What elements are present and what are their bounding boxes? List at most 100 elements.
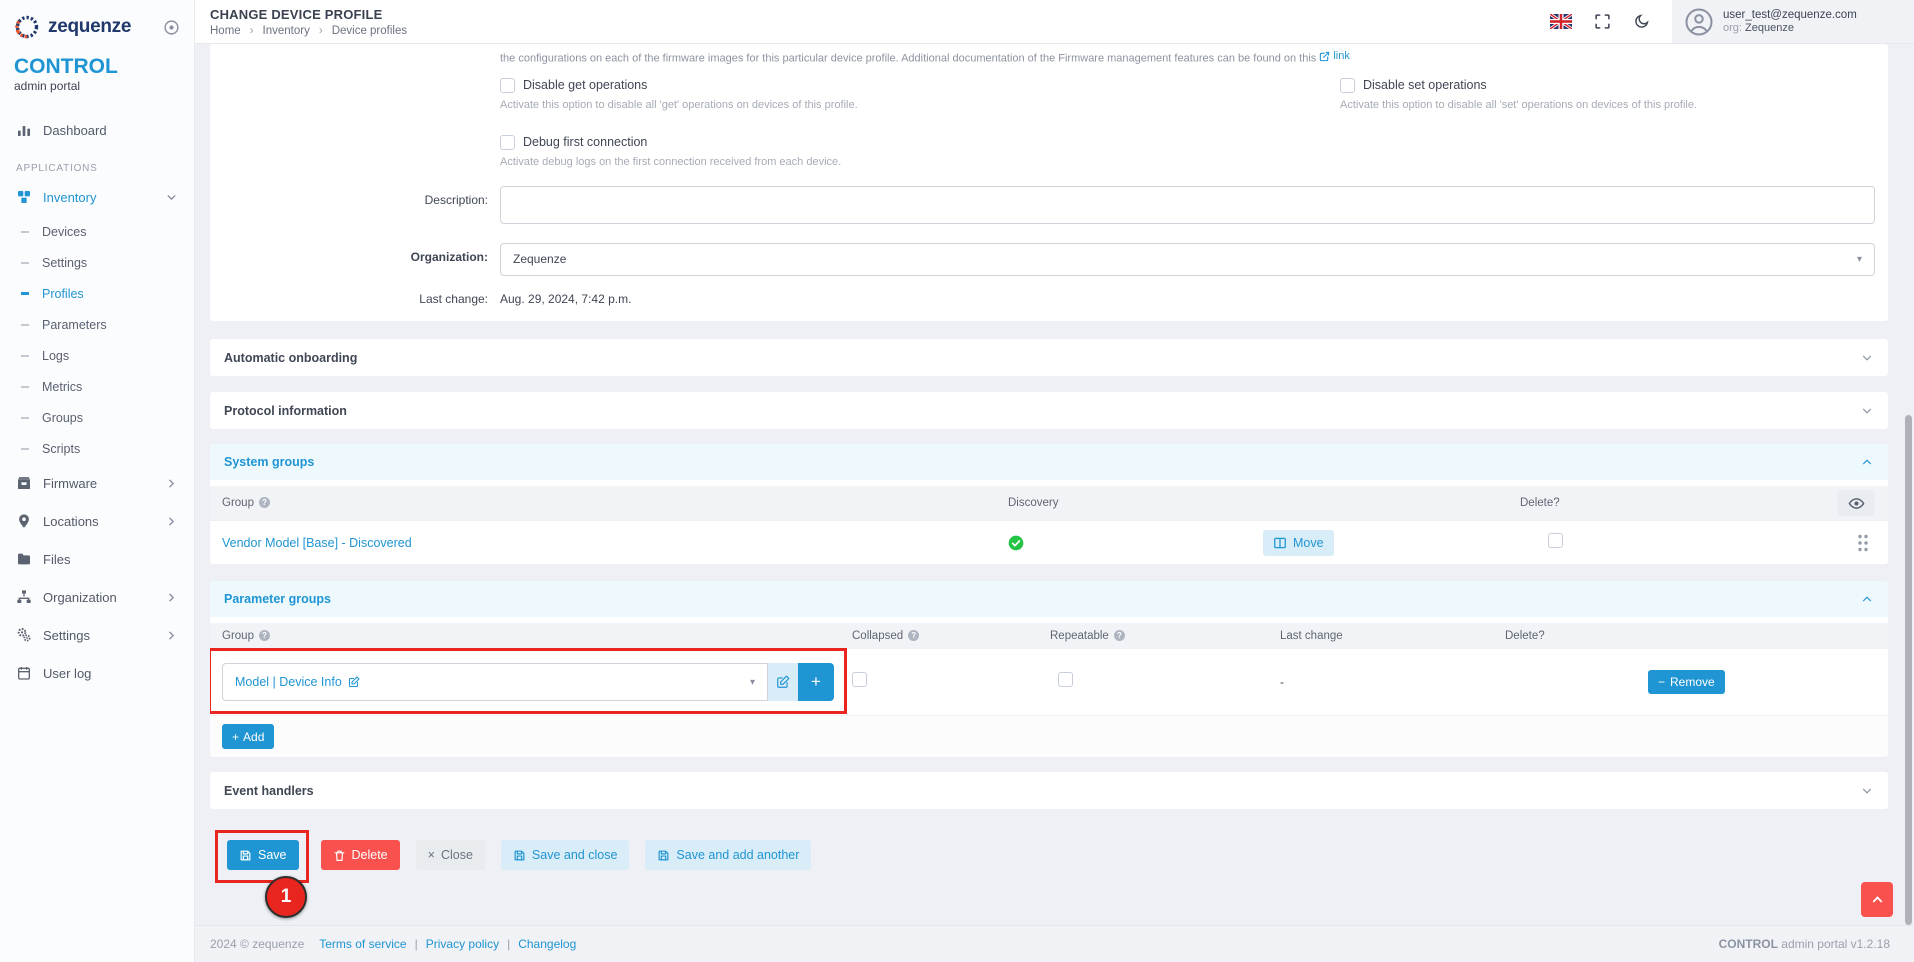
section-label: System groups — [224, 455, 314, 469]
chevron-up-icon — [1870, 892, 1885, 907]
column-header-delete: Delete? — [1505, 630, 1888, 642]
sidebar-item-user-log[interactable]: User log — [0, 654, 194, 692]
save-and-close-button[interactable]: Save and close — [501, 840, 629, 870]
section-event-handlers[interactable]: Event handlers — [210, 772, 1888, 809]
help-text: Activate this option to disable all 'get… — [500, 99, 1340, 111]
sidebar-item-settings[interactable]: Settings — [0, 247, 194, 278]
disable-set-checkbox[interactable] — [1340, 78, 1355, 93]
firmware-icon — [16, 475, 32, 491]
footer-separator: | — [415, 937, 418, 951]
save-button[interactable]: Save — [227, 840, 299, 870]
collapsed-checkbox[interactable] — [852, 672, 867, 687]
applications-section-label: APPLICATIONS — [0, 163, 194, 174]
sidebar-item-organization[interactable]: Organization — [0, 578, 194, 616]
sidebar-item-settings-app[interactable]: Settings — [0, 616, 194, 654]
disable-set-operations-checkbox-row[interactable]: Disable set operations — [1340, 78, 1697, 93]
terms-of-service-link[interactable]: Terms of service — [319, 937, 406, 951]
debug-first-connection-checkbox-row[interactable]: Debug first connection — [500, 135, 1875, 150]
sidebar-item-groups[interactable]: Groups — [0, 402, 194, 433]
description-textarea[interactable] — [500, 186, 1875, 224]
save-floppy-icon — [239, 849, 252, 862]
move-button[interactable]: Move — [1263, 530, 1334, 556]
sidebar-item-label: User log — [43, 666, 91, 681]
sidebar-item-dashboard[interactable]: Dashboard — [0, 111, 194, 149]
disable-get-operations-checkbox-row[interactable]: Disable get operations — [500, 78, 1340, 93]
remove-button[interactable]: − Remove — [1648, 670, 1725, 694]
repeatable-checkbox[interactable] — [1058, 672, 1073, 687]
sidebar-item-label: Locations — [43, 514, 99, 529]
sidebar-item-scripts[interactable]: Scripts — [0, 433, 194, 464]
chevron-right-icon — [165, 477, 178, 490]
breadcrumb-inventory[interactable]: Inventory — [263, 25, 310, 37]
help-icon[interactable]: ? — [259, 497, 270, 508]
help-icon[interactable]: ? — [908, 630, 919, 641]
chevron-down-icon — [1860, 784, 1874, 798]
disable-get-checkbox[interactable] — [500, 78, 515, 93]
add-group-button[interactable]: + — [798, 663, 834, 701]
sidebar-item-locations[interactable]: Locations — [0, 502, 194, 540]
grip-dots-icon — [1857, 534, 1869, 552]
delete-button[interactable]: Delete — [321, 840, 400, 870]
fullscreen-icon[interactable] — [1594, 13, 1611, 30]
sidebar-item-profiles[interactable]: Profiles — [0, 278, 194, 309]
sidebar-item-logs[interactable]: Logs — [0, 340, 194, 371]
help-text: Activate this option to disable all 'set… — [1340, 99, 1697, 111]
edit-group-button[interactable] — [768, 663, 798, 701]
description-label: Description: — [210, 186, 500, 229]
title-block: CHANGE DEVICE PROFILE Home › Inventory ›… — [195, 7, 407, 37]
sidebar-item-firmware[interactable]: Firmware — [0, 464, 194, 502]
help-icon[interactable]: ? — [259, 630, 270, 641]
save-and-add-another-button[interactable]: Save and add another — [645, 840, 811, 870]
main-area: CHANGE DEVICE PROFILE Home › Inventory ›… — [195, 0, 1914, 962]
delete-checkbox[interactable] — [1548, 533, 1563, 548]
system-group-link[interactable]: Vendor Model [Base] - Discovered — [222, 536, 412, 550]
sidebar-item-metrics[interactable]: Metrics — [0, 371, 194, 402]
sidebar-item-devices[interactable]: Devices — [0, 216, 194, 247]
eye-icon — [1848, 495, 1865, 512]
column-header-repeatable: Repeatable? — [1050, 630, 1280, 642]
vertical-scrollbar-thumb[interactable] — [1905, 415, 1912, 925]
dash-icon — [21, 355, 29, 357]
changelog-link[interactable]: Changelog — [518, 937, 576, 951]
dash-icon — [21, 448, 29, 450]
zequenze-logo-icon — [14, 14, 40, 40]
dash-icon — [21, 417, 29, 419]
toggle-visibility-button[interactable] — [1837, 490, 1875, 516]
user-menu[interactable]: user_test@zequenze.com org: Zequenze — [1672, 0, 1914, 43]
sidebar-collapse-icon[interactable] — [163, 19, 180, 36]
sidebar-item-label: Parameters — [42, 318, 107, 332]
section-parameter-groups: Parameter groups Group? Collapsed? Repea… — [210, 581, 1888, 757]
section-protocol-information[interactable]: Protocol information — [210, 392, 1888, 429]
privacy-policy-link[interactable]: Privacy policy — [426, 937, 499, 951]
section-automatic-onboarding[interactable]: Automatic onboarding — [210, 339, 1888, 376]
sidebar-item-files[interactable]: Files — [0, 540, 194, 578]
save-and-add-another-label: Save and add another — [676, 848, 799, 862]
sidebar-item-label: Metrics — [42, 380, 82, 394]
scroll-to-top-button[interactable] — [1861, 882, 1893, 917]
organization-select[interactable]: Zequenze ▾ — [500, 243, 1875, 276]
language-flag-icon[interactable] — [1550, 14, 1572, 29]
caret-down-icon: ▾ — [1857, 254, 1862, 265]
documentation-link[interactable]: link — [1319, 50, 1350, 62]
plus-icon: + — [232, 730, 239, 744]
system-groups-header[interactable]: System groups — [210, 444, 1888, 480]
edit-link-icon — [348, 676, 360, 688]
sidebar-item-parameters[interactable]: Parameters — [0, 309, 194, 340]
help-icon[interactable]: ? — [1114, 630, 1125, 641]
close-button[interactable]: × Close — [416, 840, 485, 870]
system-group-row: Vendor Model [Base] - Discovered Move — [210, 520, 1888, 564]
dark-mode-moon-icon[interactable] — [1633, 13, 1650, 30]
add-parameter-group-button[interactable]: + Add — [222, 724, 274, 749]
parameter-groups-header[interactable]: Parameter groups — [210, 581, 1888, 617]
logo-row: zequenze — [0, 10, 194, 44]
app-root: zequenze CONTROL admin portal Dashboard … — [0, 0, 1914, 962]
debug-first-connection-checkbox[interactable] — [500, 135, 515, 150]
parameter-group-select[interactable]: Model | Device Info ▾ — [222, 663, 768, 701]
gears-icon — [16, 627, 32, 643]
breadcrumb-home[interactable]: Home — [210, 25, 241, 37]
drag-handle[interactable] — [1857, 534, 1888, 552]
sidebar-item-inventory[interactable]: Inventory — [0, 178, 194, 216]
external-link-icon — [1319, 51, 1330, 62]
breadcrumb-device-profiles[interactable]: Device profiles — [332, 25, 407, 37]
minus-icon: − — [1658, 675, 1665, 689]
